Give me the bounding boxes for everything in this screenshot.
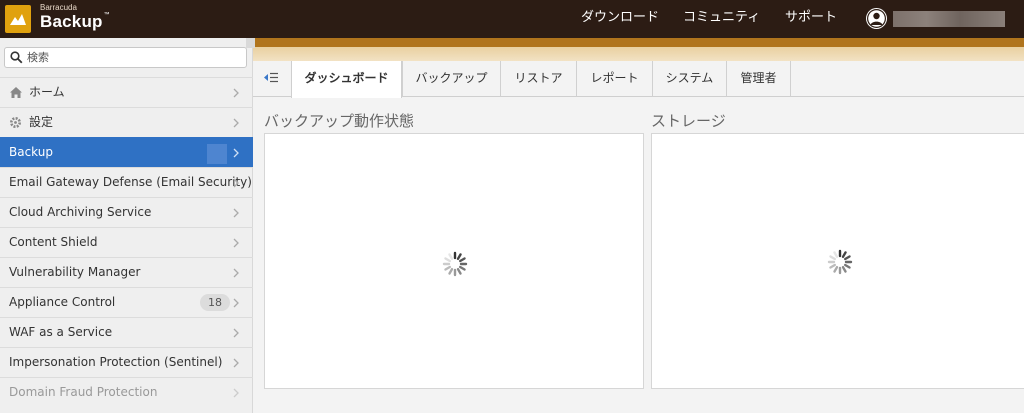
sidebar-item-impersonation-protection[interactable]: Impersonation Protection (Sentinel) bbox=[0, 347, 253, 377]
sidebar-item-label: Vulnerability Manager bbox=[9, 265, 141, 279]
support-link[interactable]: サポート bbox=[785, 0, 837, 38]
sidebar-item-label: Content Shield bbox=[9, 235, 98, 249]
sidebar-item-label: Impersonation Protection (Sentinel) bbox=[9, 355, 223, 369]
chevron-right-icon bbox=[233, 118, 239, 128]
backup-status-panel bbox=[264, 133, 644, 389]
sidebar-item-label: Email Gateway Defense (Email Security) bbox=[9, 175, 252, 189]
sidebar-item-email-gateway-defense[interactable]: Email Gateway Defense (Email Security) bbox=[0, 167, 253, 197]
sidebar-item-label: 設定 bbox=[29, 115, 54, 129]
sidebar-item-home[interactable]: ホーム bbox=[0, 77, 253, 107]
sidebar-item-label: Appliance Control bbox=[9, 295, 116, 309]
count-badge: 18 bbox=[200, 294, 230, 311]
product-name: Backup™ bbox=[40, 12, 110, 31]
storage-title: ストレージ bbox=[651, 112, 726, 130]
chevron-right-icon bbox=[233, 208, 239, 218]
sidebar-item-label: Backup bbox=[9, 145, 53, 159]
sidebar-item-domain-fraud-protection[interactable]: Domain Fraud Protection bbox=[0, 377, 253, 407]
brand-company: Barracuda bbox=[40, 3, 77, 12]
tab-bar: ダッシュボード バックアップ リストア レポート システム 管理者 bbox=[253, 61, 1024, 98]
tab-restore[interactable]: リストア bbox=[500, 61, 576, 97]
sidebar-item-cloud-archiving[interactable]: Cloud Archiving Service bbox=[0, 197, 253, 227]
sidebar-item-waf-as-a-service[interactable]: WAF as a Service bbox=[0, 317, 253, 347]
collapse-sidebar-icon[interactable] bbox=[263, 72, 279, 84]
chevron-right-icon bbox=[233, 358, 239, 368]
sidebar-item-vulnerability-manager[interactable]: Vulnerability Manager bbox=[0, 257, 253, 287]
chevron-right-icon bbox=[233, 268, 239, 278]
sidebar-item-label: Domain Fraud Protection bbox=[9, 385, 158, 399]
tab-divider bbox=[790, 61, 791, 97]
home-icon bbox=[10, 87, 22, 98]
top-bar: Barracuda Backup™ ダウンロード コミュニティ サポート bbox=[0, 0, 1024, 38]
sidebar-item-settings[interactable]: 設定 bbox=[0, 107, 253, 137]
chevron-right-icon bbox=[233, 238, 239, 248]
sidebar-item-label: ホーム bbox=[29, 85, 65, 99]
sidebar-item-appliance-control[interactable]: Appliance Control 18 bbox=[0, 287, 253, 317]
tab-backup[interactable]: バックアップ bbox=[402, 61, 500, 97]
search-icon bbox=[10, 51, 23, 64]
user-name-redacted[interactable] bbox=[893, 11, 1005, 27]
search-input[interactable] bbox=[27, 50, 237, 65]
header-stripe bbox=[253, 38, 1024, 61]
sidebar-item-label: Cloud Archiving Service bbox=[9, 205, 152, 219]
tab-admin[interactable]: 管理者 bbox=[726, 61, 790, 97]
active-indicator bbox=[207, 144, 227, 164]
scrollbar-notch bbox=[246, 38, 255, 48]
chevron-right-icon bbox=[233, 328, 239, 338]
barracuda-logo-icon[interactable] bbox=[5, 5, 31, 33]
storage-panel bbox=[651, 133, 1024, 389]
sidebar-item-backup[interactable]: Backup bbox=[0, 137, 253, 167]
chevron-right-icon bbox=[233, 178, 239, 188]
user-avatar-icon[interactable] bbox=[866, 8, 887, 29]
sidebar-item-label: WAF as a Service bbox=[9, 325, 113, 339]
chevron-right-icon bbox=[233, 148, 239, 158]
loading-spinner-icon bbox=[827, 249, 853, 275]
loading-spinner-icon bbox=[442, 251, 468, 277]
chevron-right-icon bbox=[233, 388, 239, 398]
tab-system[interactable]: システム bbox=[652, 61, 726, 97]
community-link[interactable]: コミュニティ bbox=[683, 0, 760, 38]
search-box bbox=[4, 47, 247, 68]
tab-dashboard[interactable]: ダッシュボード bbox=[291, 61, 402, 98]
backup-status-title: バックアップ動作状態 bbox=[264, 112, 415, 130]
chevron-right-icon bbox=[233, 298, 239, 308]
gear-icon bbox=[10, 117, 21, 128]
chevron-right-icon bbox=[233, 88, 239, 98]
download-link[interactable]: ダウンロード bbox=[581, 0, 659, 38]
tab-report[interactable]: レポート bbox=[576, 61, 652, 97]
sidebar-item-content-shield[interactable]: Content Shield bbox=[0, 227, 253, 257]
